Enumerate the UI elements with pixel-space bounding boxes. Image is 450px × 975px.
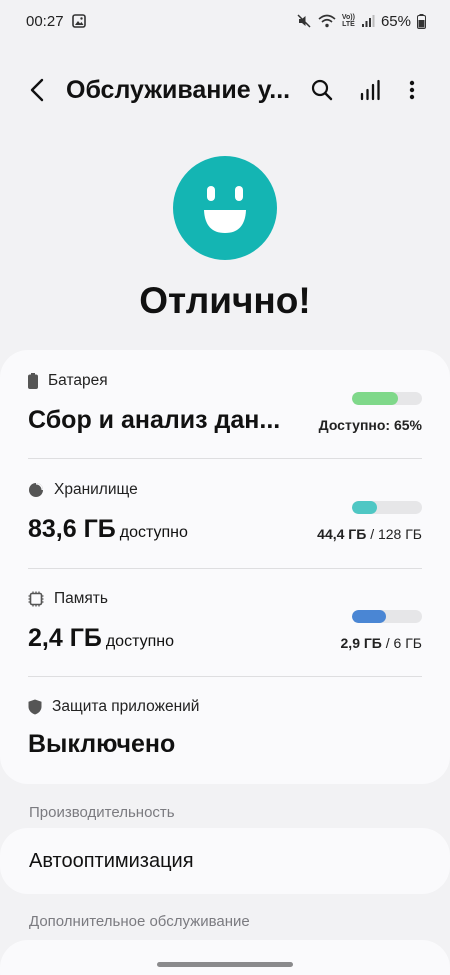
page-title: Обслуживание у... xyxy=(66,76,291,104)
shield-icon xyxy=(28,699,42,715)
divider xyxy=(28,458,422,459)
memory-usage-info: 2,9 ГБ / 6 ГБ xyxy=(340,635,422,651)
battery-available-info: Доступно: 65% xyxy=(318,417,422,433)
status-bar: 00:27 Vo)) LTE 65% xyxy=(0,0,450,42)
back-button[interactable] xyxy=(22,74,52,106)
memory-chip-icon xyxy=(28,591,44,607)
battery-icon xyxy=(417,13,426,29)
additional-maintenance-heading: Дополнительное обслуживание xyxy=(29,913,250,930)
signal-icon xyxy=(361,14,375,28)
storage-available-value: 83,6 ГБ доступно xyxy=(28,515,188,543)
storage-progress-bar xyxy=(352,501,422,514)
auto-optimization-label: Автооптимизация xyxy=(29,849,194,872)
storage-usage-info: 44,4 ГБ / 128 ГБ xyxy=(317,526,422,542)
diagnostics-button[interactable] xyxy=(354,74,386,106)
battery-progress-bar xyxy=(352,392,422,405)
storage-label: Хранилище xyxy=(54,481,138,498)
app-bar: Обслуживание у... xyxy=(0,62,450,118)
mute-icon xyxy=(296,13,312,29)
auto-optimization-item[interactable]: Автооптимизация xyxy=(0,828,450,894)
storage-pie-icon xyxy=(29,483,43,497)
happy-face-icon xyxy=(173,156,277,260)
memory-progress-bar xyxy=(352,610,422,623)
storage-progress-fill xyxy=(352,501,377,514)
memory-section[interactable]: Память 2,4 ГБ доступно 2,9 ГБ / 6 ГБ xyxy=(28,590,422,676)
memory-available-value: 2,4 ГБ доступно xyxy=(28,624,174,652)
status-time: 00:27 xyxy=(26,12,64,30)
volte-icon: Vo)) LTE xyxy=(341,14,355,28)
battery-icon xyxy=(28,373,38,389)
divider xyxy=(28,568,422,569)
gallery-notification-icon xyxy=(71,14,86,28)
additional-maintenance-card[interactable] xyxy=(0,940,450,975)
search-button[interactable] xyxy=(306,74,338,106)
storage-section[interactable]: Хранилище 83,6 ГБ доступно 44,4 ГБ / 128 … xyxy=(28,481,422,567)
app-protection-value: Выключено xyxy=(28,730,176,758)
battery-progress-fill xyxy=(352,392,398,405)
bar-graph-icon xyxy=(360,79,380,101)
device-status-title: Отлично! xyxy=(139,280,311,321)
gesture-nav-handle[interactable] xyxy=(157,962,293,967)
divider xyxy=(28,676,422,677)
wifi-icon xyxy=(318,14,336,28)
memory-progress-fill xyxy=(352,610,386,623)
memory-label: Память xyxy=(54,590,108,607)
battery-section[interactable]: Батарея Сбор и анализ дан... Доступно: 6… xyxy=(28,372,422,458)
more-vert-icon xyxy=(409,80,415,100)
back-arrow-icon xyxy=(30,78,44,102)
app-protection-label: Защита приложений xyxy=(52,698,200,715)
more-options-button[interactable] xyxy=(396,74,428,106)
search-icon xyxy=(311,79,333,101)
app-protection-section[interactable]: Защита приложений Выключено xyxy=(28,698,422,768)
battery-label: Батарея xyxy=(48,372,108,389)
battery-status-value: Сбор и анализ дан... xyxy=(28,406,281,434)
battery-percent: 65% xyxy=(380,12,411,30)
maintenance-card: Батарея Сбор и анализ дан... Доступно: 6… xyxy=(0,350,450,784)
performance-heading: Производительность xyxy=(29,804,175,821)
